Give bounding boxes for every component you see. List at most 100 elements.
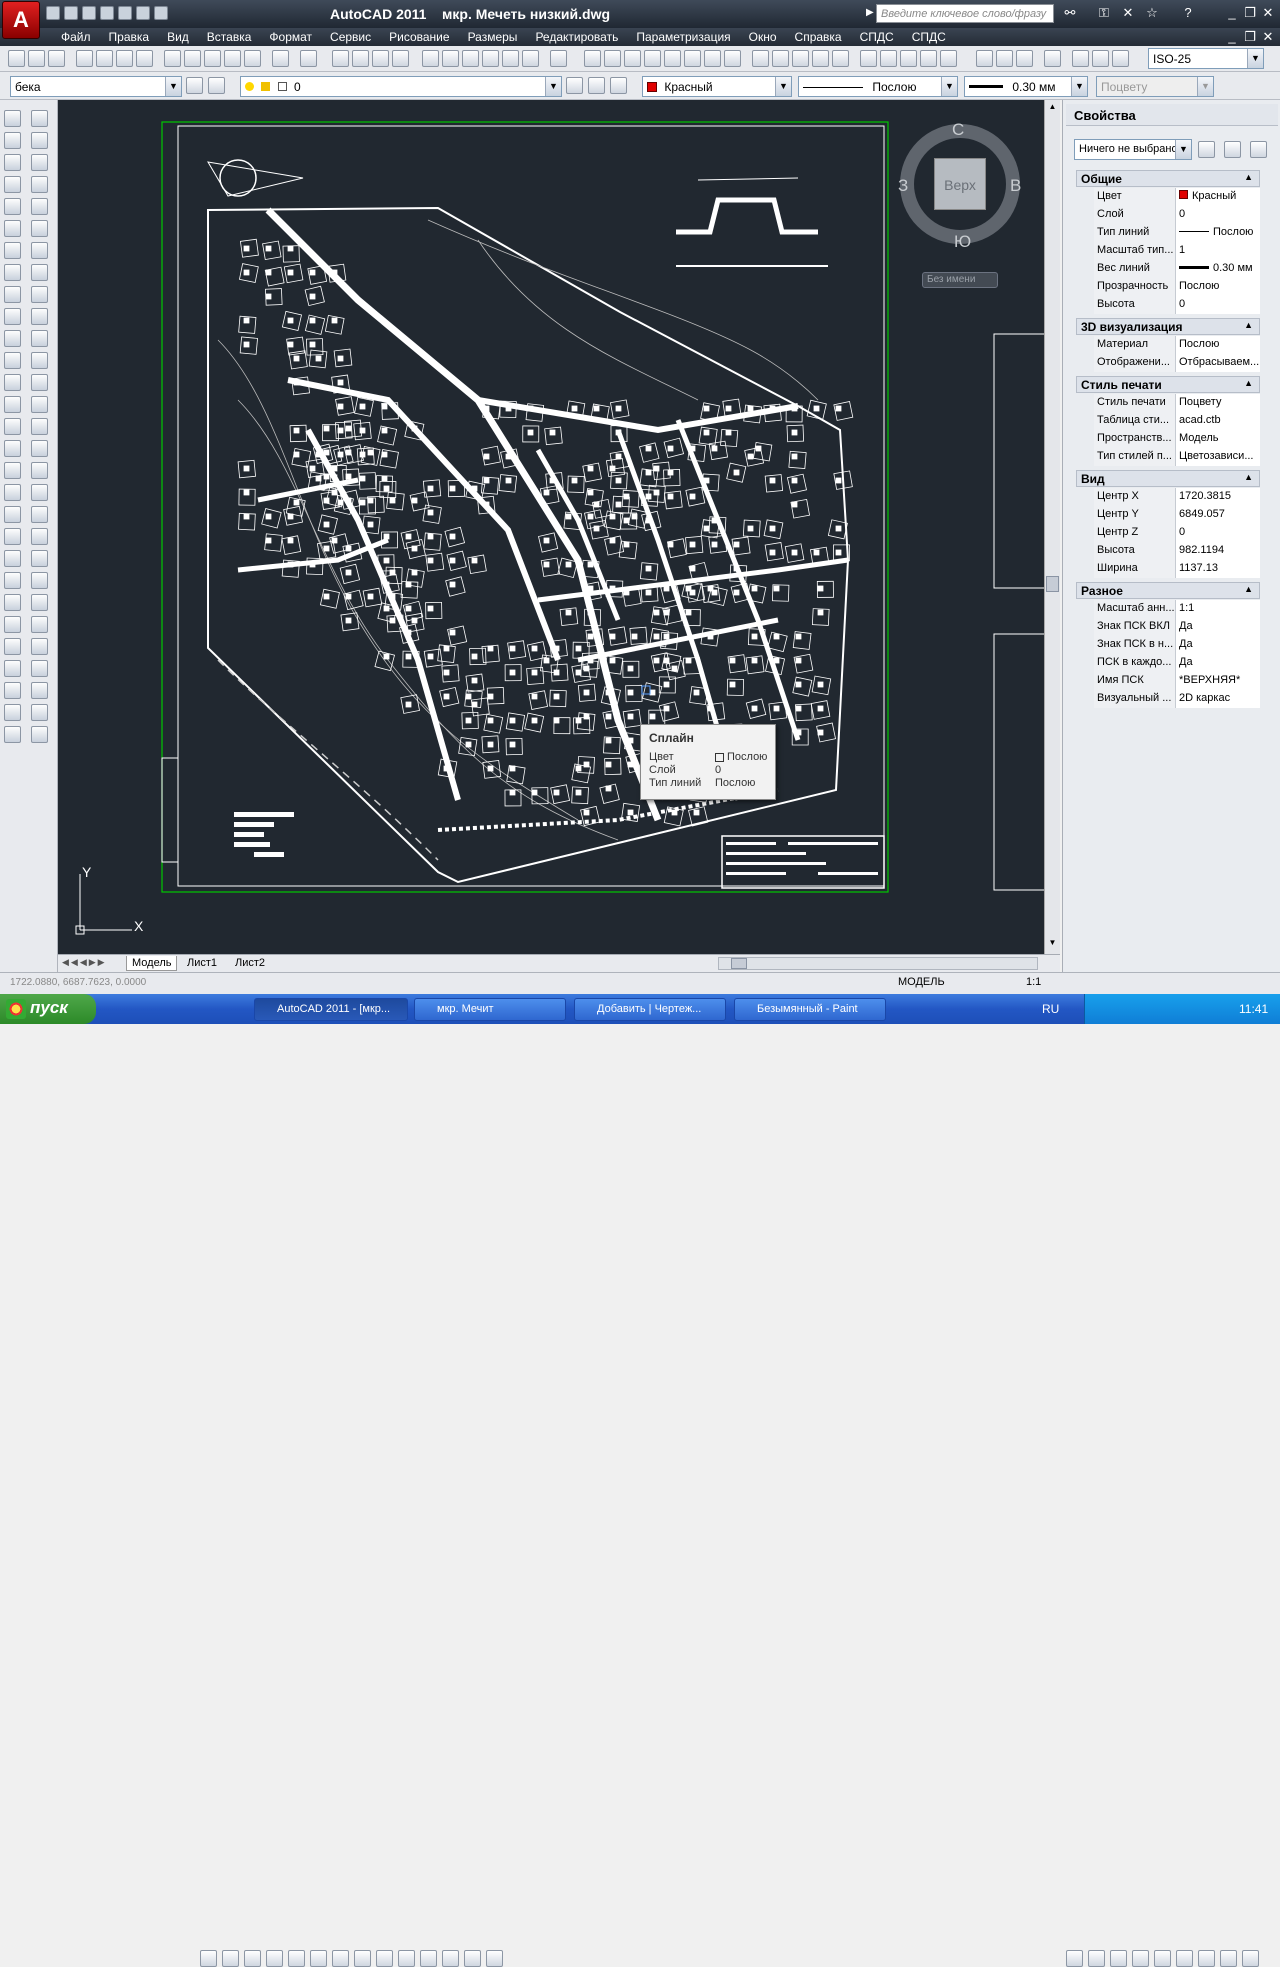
- break-icon[interactable]: [31, 374, 48, 391]
- property-value[interactable]: 6849.057: [1176, 506, 1260, 524]
- property-row[interactable]: Масштаб анн... 1:1: [1094, 600, 1260, 618]
- cut-icon[interactable]: [164, 50, 181, 67]
- lineweight-select[interactable]: 0.30 мм ▼: [964, 76, 1088, 97]
- section-header[interactable]: Разное ▲: [1076, 582, 1260, 599]
- paste-icon[interactable]: [204, 50, 221, 67]
- chevron-down-icon[interactable]: ▼: [165, 77, 181, 96]
- menu-modify[interactable]: Редактировать: [526, 28, 627, 46]
- chevron-down-icon[interactable]: ▼: [1175, 140, 1191, 159]
- property-row[interactable]: Визуальный ... 2D каркас: [1094, 690, 1260, 708]
- torus-icon[interactable]: [4, 726, 21, 743]
- sc-toggle-icon[interactable]: [486, 1950, 503, 1967]
- workspace-switch-icon[interactable]: [1154, 1950, 1171, 1967]
- radius-dimension-icon[interactable]: [664, 50, 681, 67]
- doc-minimize-icon[interactable]: _: [1222, 28, 1242, 46]
- collapse-chevron-icon[interactable]: ▲: [1244, 320, 1253, 330]
- language-indicator[interactable]: RU: [1042, 1002, 1059, 1016]
- collapse-chevron-icon[interactable]: ▲: [1244, 378, 1253, 388]
- favorites-star-icon[interactable]: ☆: [1142, 4, 1162, 22]
- block-editor-icon[interactable]: [244, 50, 261, 67]
- property-row[interactable]: Отображени... Отбрасываем...: [1094, 354, 1260, 372]
- cone-icon[interactable]: [4, 638, 21, 655]
- menu-view[interactable]: Вид: [158, 28, 198, 46]
- mirror-icon[interactable]: [31, 154, 48, 171]
- add-selected-icon[interactable]: [4, 528, 21, 545]
- property-value[interactable]: 1:1: [1176, 600, 1260, 618]
- tolerance-update-icon[interactable]: [996, 50, 1013, 67]
- array-icon[interactable]: [31, 198, 48, 215]
- menu-draw[interactable]: Рисование: [380, 28, 458, 46]
- design-center-icon[interactable]: [442, 50, 459, 67]
- angular-dimension-icon[interactable]: [724, 50, 741, 67]
- help-icon[interactable]: ?: [1178, 4, 1198, 22]
- ellipse-icon[interactable]: [4, 308, 21, 325]
- property-value[interactable]: 2D каркас: [1176, 690, 1260, 708]
- id-point-icon[interactable]: [31, 594, 48, 611]
- undo-icon[interactable]: [272, 50, 289, 67]
- toggle-pickadd-icon[interactable]: [1198, 141, 1215, 158]
- hatch-icon[interactable]: [4, 418, 21, 435]
- property-row[interactable]: Тип линий Послою: [1094, 224, 1260, 242]
- menu-insert[interactable]: Вставка: [198, 28, 261, 46]
- arc-length-icon[interactable]: [624, 50, 641, 67]
- snap-toggle-icon[interactable]: [222, 1950, 239, 1967]
- plot-icon[interactable]: [76, 50, 93, 67]
- menu-parametric[interactable]: Параметризация: [627, 28, 739, 46]
- viewcube-north[interactable]: С: [952, 120, 964, 140]
- area-icon[interactable]: [31, 528, 48, 545]
- property-row[interactable]: Слой 0: [1094, 206, 1260, 224]
- pencil-icon[interactable]: [1072, 50, 1089, 67]
- chevron-down-icon[interactable]: ▼: [1197, 77, 1213, 96]
- erase-icon[interactable]: [31, 110, 48, 127]
- polygon-icon[interactable]: [4, 176, 21, 193]
- coordinates-readout[interactable]: 1722.0880, 6687.7623, 0.0000: [10, 977, 146, 988]
- dimension-break-icon[interactable]: [832, 50, 849, 67]
- annotation-visibility-icon[interactable]: [1110, 1950, 1127, 1967]
- property-value[interactable]: Послою: [1176, 336, 1260, 354]
- dimension-space-icon[interactable]: [812, 50, 829, 67]
- break-at-point-icon[interactable]: [31, 352, 48, 369]
- property-row[interactable]: Вес линий 0.30 мм: [1094, 260, 1260, 278]
- section-header[interactable]: Вид ▲: [1076, 470, 1260, 487]
- undo-icon[interactable]: [136, 6, 150, 20]
- autocad-application-icon[interactable]: A: [2, 1, 40, 39]
- plotstyle-select[interactable]: Поцвету ▼: [1096, 76, 1214, 97]
- match-properties-icon[interactable]: [224, 50, 241, 67]
- minimize-window-icon[interactable]: _: [1222, 4, 1242, 22]
- open-icon[interactable]: [28, 50, 45, 67]
- drawing-area[interactable]: Y X Верх С Ю З В Без имени: [58, 100, 1044, 954]
- property-value[interactable]: 1137.13: [1176, 560, 1260, 578]
- lwt-toggle-icon[interactable]: [420, 1950, 437, 1967]
- blend-icon[interactable]: [31, 462, 48, 479]
- property-row[interactable]: Центр Y 6849.057: [1094, 506, 1260, 524]
- zoom-window-icon[interactable]: [372, 50, 389, 67]
- jogged-linear-icon[interactable]: [920, 50, 937, 67]
- redo-icon[interactable]: [154, 6, 168, 20]
- saveas-icon[interactable]: [100, 6, 114, 20]
- move-icon[interactable]: [31, 220, 48, 237]
- property-row[interactable]: Знак ПСК в н... Да: [1094, 636, 1260, 654]
- sphere-icon[interactable]: [4, 660, 21, 677]
- property-row[interactable]: Центр X 1720.3815: [1094, 488, 1260, 506]
- list-icon[interactable]: [31, 572, 48, 589]
- property-value[interactable]: Да: [1176, 654, 1260, 672]
- dimension-style-select[interactable]: ISO-25 ▼: [1148, 48, 1264, 69]
- tpy-toggle-icon[interactable]: [442, 1950, 459, 1967]
- property-value[interactable]: Да: [1176, 636, 1260, 654]
- menu-spds-2[interactable]: СПДС: [903, 28, 955, 46]
- chevron-down-icon[interactable]: ▼: [545, 77, 561, 96]
- quick-select-icon[interactable]: [1250, 141, 1267, 158]
- section-header[interactable]: Стиль печати ▲: [1076, 376, 1260, 393]
- clean-screen-icon[interactable]: [1242, 1950, 1259, 1967]
- workspace-settings-icon[interactable]: [186, 77, 203, 94]
- layer-iso-icon[interactable]: [31, 704, 48, 721]
- ordinate-dimension-icon[interactable]: [644, 50, 661, 67]
- zoom-realtime-icon[interactable]: [352, 50, 369, 67]
- property-value[interactable]: 1720.3815: [1176, 488, 1260, 506]
- property-value[interactable]: Да: [1176, 618, 1260, 636]
- ellipse-arc-icon[interactable]: [4, 330, 21, 347]
- line-icon[interactable]: [4, 110, 21, 127]
- grid-toggle-icon[interactable]: [244, 1950, 261, 1967]
- workspace-select[interactable]: бека ▼: [10, 76, 182, 97]
- property-value[interactable]: 1: [1176, 242, 1260, 260]
